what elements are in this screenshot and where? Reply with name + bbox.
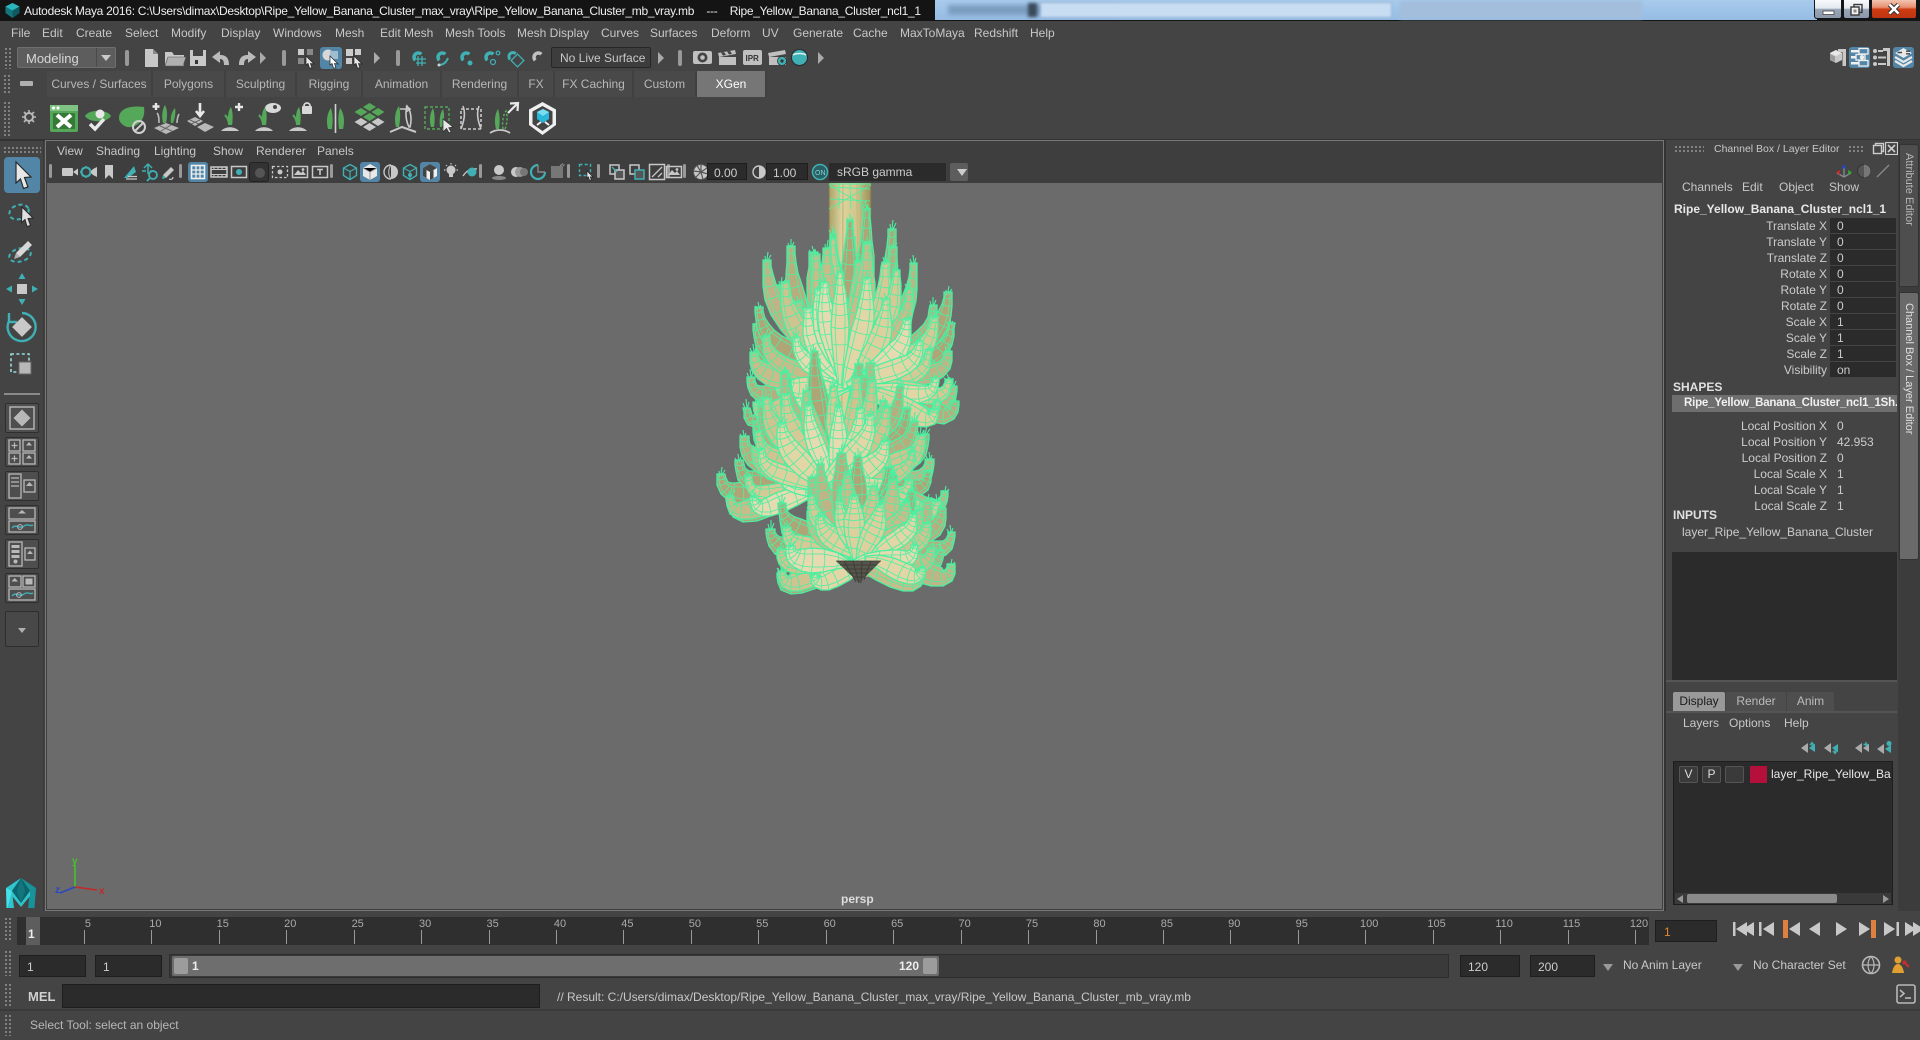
svg-text:z: z xyxy=(55,885,60,896)
svg-text:ON: ON xyxy=(815,170,826,177)
svg-text:y: y xyxy=(72,857,78,867)
svg-text:IPR: IPR xyxy=(746,54,760,63)
svg-text:x: x xyxy=(99,886,105,897)
